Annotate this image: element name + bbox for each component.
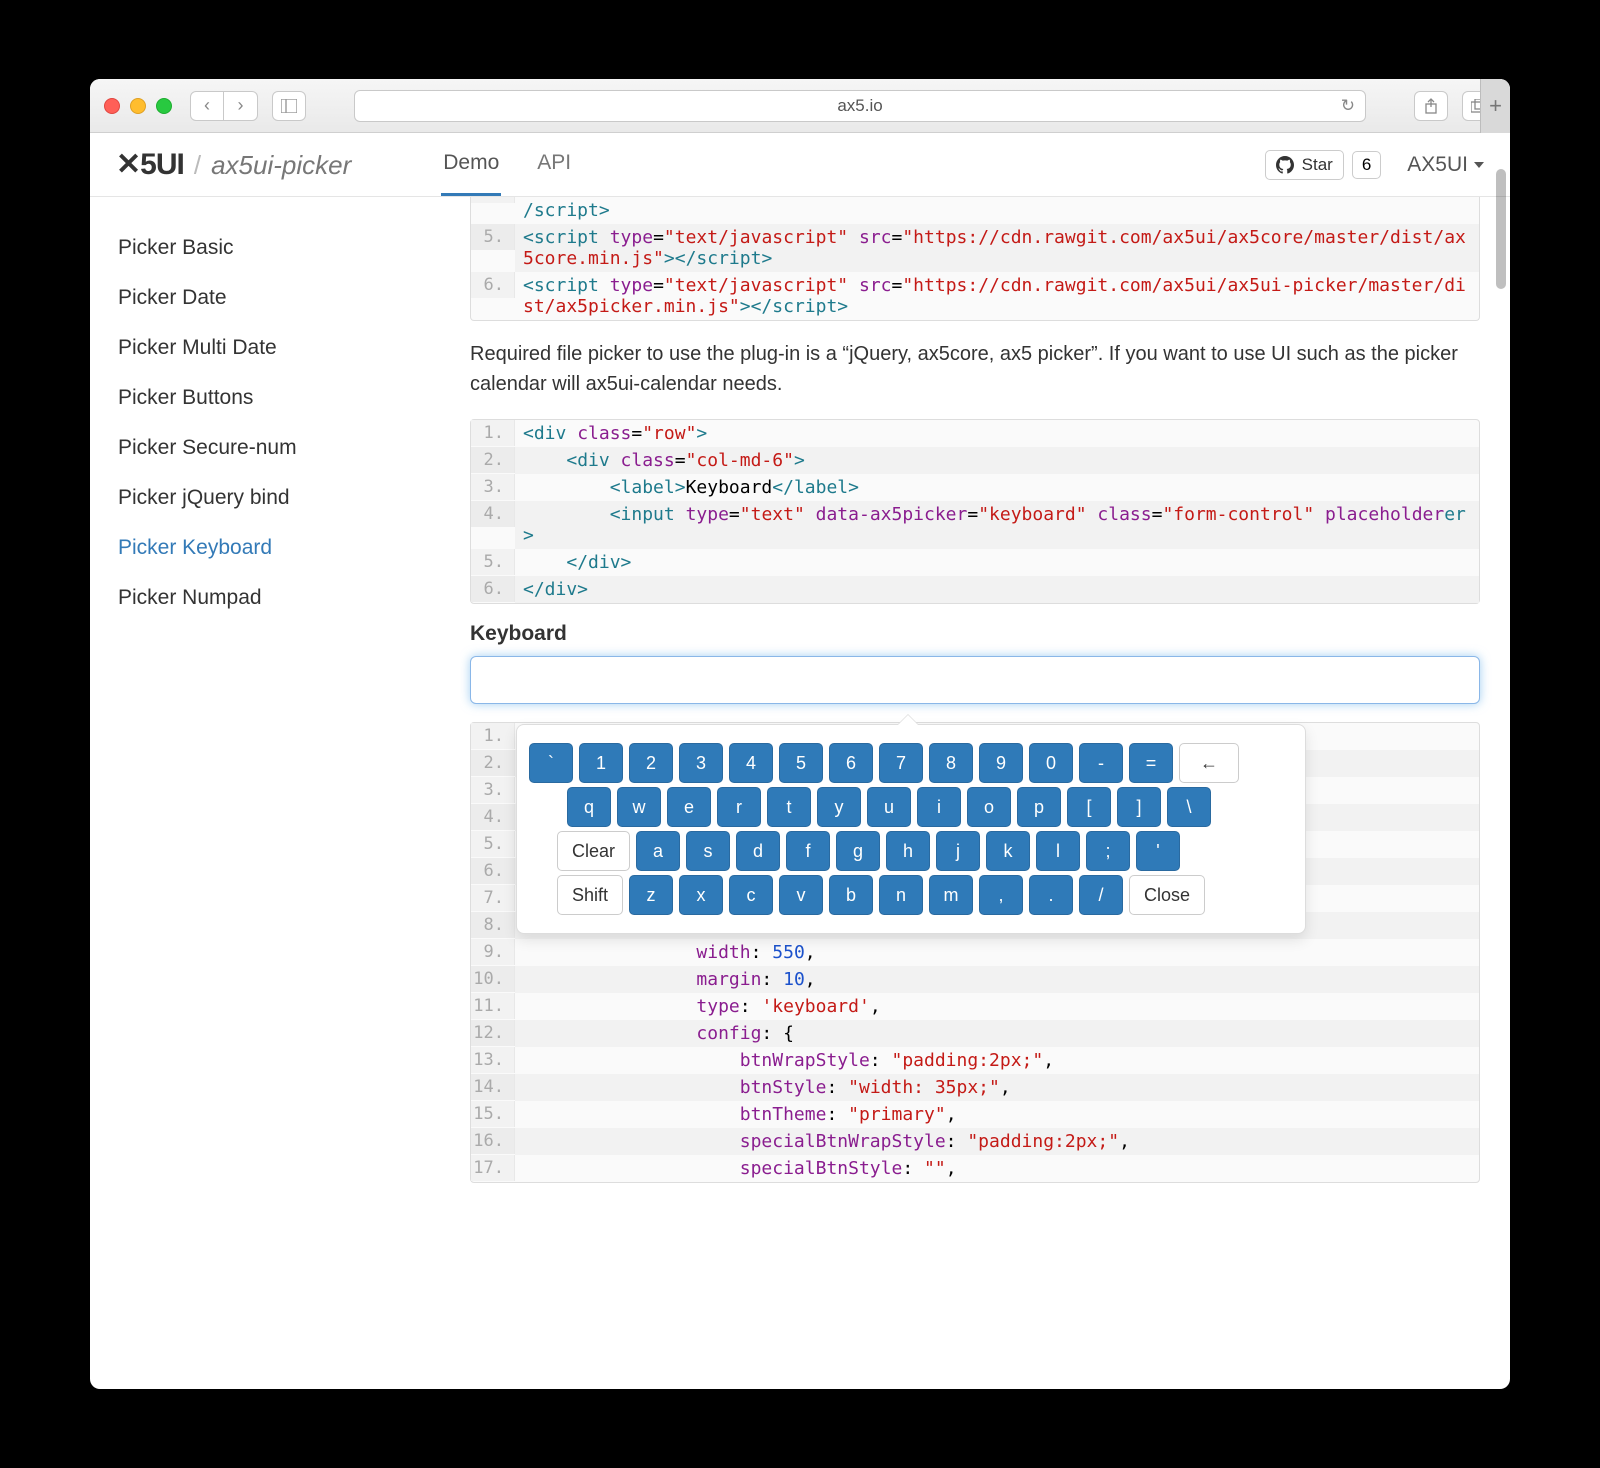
close-key[interactable]: Close (1129, 875, 1205, 915)
keyboard-key[interactable]: g (836, 831, 880, 871)
keyboard-key[interactable]: q (567, 787, 611, 827)
keyboard-key[interactable]: ] (1117, 787, 1161, 827)
keyboard-key[interactable]: z (629, 875, 673, 915)
sidebar: Picker BasicPicker DatePicker Multi Date… (90, 197, 460, 1389)
keyboard-key[interactable]: u (867, 787, 911, 827)
keyboard-key[interactable]: i (917, 787, 961, 827)
scrollbar[interactable] (1496, 169, 1506, 289)
keyboard-key[interactable]: k (986, 831, 1030, 871)
keyboard-key[interactable]: c (729, 875, 773, 915)
keyboard-key[interactable]: 5 (779, 743, 823, 783)
keyboard-key[interactable]: 3 (679, 743, 723, 783)
address-bar[interactable]: ax5.io ↻ (354, 90, 1366, 122)
reload-icon[interactable]: ↻ (1341, 96, 1355, 116)
sidebar-item[interactable]: Picker Multi Date (118, 323, 460, 373)
titlebar: ‹ › ax5.io ↻ + (90, 79, 1510, 133)
forward-button[interactable]: › (224, 91, 258, 121)
clear-key[interactable]: Clear (557, 831, 630, 871)
keyboard-key[interactable]: \ (1167, 787, 1211, 827)
keyboard-key[interactable]: j (936, 831, 980, 871)
keyboard-key[interactable]: ' (1136, 831, 1180, 871)
keyboard-key[interactable]: d (736, 831, 780, 871)
sidebar-item[interactable]: Picker Date (118, 273, 460, 323)
keyboard-key[interactable]: s (686, 831, 730, 871)
keyboard-key[interactable]: v (779, 875, 823, 915)
code-block-markup: 1.<div class="row"> 2. <div class="col-m… (470, 419, 1480, 604)
keyboard-key[interactable]: h (886, 831, 930, 871)
keyboard-key[interactable]: t (767, 787, 811, 827)
page-body: Picker BasicPicker DatePicker Multi Date… (90, 197, 1510, 1389)
keyboard-key[interactable]: 4 (729, 743, 773, 783)
sidebar-item[interactable]: Picker Numpad (118, 573, 460, 623)
minimize-window-icon[interactable] (130, 98, 146, 114)
keyboard-key[interactable]: ; (1086, 831, 1130, 871)
close-window-icon[interactable] (104, 98, 120, 114)
sidebar-item[interactable]: Picker Keyboard (118, 523, 460, 573)
github-star-count[interactable]: 6 (1352, 151, 1381, 179)
code-block-includes: /script> 5.<script type="text/javascript… (470, 197, 1480, 321)
main-content: /script> 5.<script type="text/javascript… (460, 197, 1510, 1389)
site-navbar: ✕5UI / ax5ui-picker Demo API Star 6 AX5U… (90, 133, 1510, 197)
keyboard-key[interactable]: 0 (1029, 743, 1073, 783)
keyboard-key[interactable]: o (967, 787, 1011, 827)
keyboard-key[interactable]: = (1129, 743, 1173, 783)
nav-right: Star 6 AX5UI (1265, 150, 1484, 180)
brand[interactable]: ✕5UI / ax5ui-picker (116, 147, 351, 182)
keyboard-key[interactable]: m (929, 875, 973, 915)
keyboard-key[interactable]: w (617, 787, 661, 827)
keyboard-key[interactable]: b (829, 875, 873, 915)
keyboard-key[interactable]: / (1079, 875, 1123, 915)
keyboard-key[interactable]: 8 (929, 743, 973, 783)
keyboard-key[interactable]: y (817, 787, 861, 827)
keyboard-popover: `1234567890-=← qwertyuiop[]\ Clearasdfgh… (516, 724, 1306, 934)
keyboard-key[interactable]: n (879, 875, 923, 915)
keyboard-key[interactable]: [ (1067, 787, 1111, 827)
description-paragraph: Required file picker to use the plug-in … (470, 339, 1480, 399)
keyboard-key[interactable]: 2 (629, 743, 673, 783)
keyboard-key[interactable]: x (679, 875, 723, 915)
share-button[interactable] (1414, 91, 1448, 121)
dropdown-label: AX5UI (1407, 153, 1468, 177)
sidebar-item[interactable]: Picker Basic (118, 223, 460, 273)
keyboard-key[interactable]: ` (529, 743, 573, 783)
back-button[interactable]: ‹ (190, 91, 224, 121)
nav-buttons: ‹ › (190, 91, 258, 121)
nav-api[interactable]: API (535, 133, 573, 196)
nav-demo[interactable]: Demo (441, 133, 501, 196)
keyboard-input[interactable] (470, 656, 1480, 704)
keyboard-key[interactable]: p (1017, 787, 1061, 827)
keyboard-key[interactable]: 6 (829, 743, 873, 783)
keyboard-key[interactable]: r (717, 787, 761, 827)
new-tab-button[interactable]: + (1480, 79, 1510, 133)
keyboard-key[interactable]: e (667, 787, 711, 827)
keyboard-key[interactable]: 1 (579, 743, 623, 783)
sidebar-item[interactable]: Picker jQuery bind (118, 473, 460, 523)
window-controls (104, 98, 172, 114)
brand-logo: ✕5UI (116, 147, 184, 182)
zoom-window-icon[interactable] (156, 98, 172, 114)
sidebar-item[interactable]: Picker Secure-num (118, 423, 460, 473)
brand-slash: / (194, 150, 201, 181)
keyboard-key[interactable]: 7 (879, 743, 923, 783)
sidebar-toggle-button[interactable] (272, 91, 306, 121)
nav-links: Demo API (441, 133, 573, 196)
keyboard-key[interactable]: - (1079, 743, 1123, 783)
keyboard-key[interactable]: l (1036, 831, 1080, 871)
browser-window: ‹ › ax5.io ↻ + ✕5UI / ax5ui-picker Demo … (90, 79, 1510, 1389)
github-star-label: Star (1302, 155, 1333, 175)
backspace-key[interactable]: ← (1179, 743, 1239, 783)
keyboard-label: Keyboard (470, 622, 1480, 646)
sidebar-item[interactable]: Picker Buttons (118, 373, 460, 423)
github-star-button[interactable]: Star (1265, 150, 1344, 180)
chevron-down-icon (1474, 162, 1484, 168)
keyboard-key[interactable]: . (1029, 875, 1073, 915)
keyboard-key[interactable]: a (636, 831, 680, 871)
keyboard-key[interactable]: , (979, 875, 1023, 915)
keyboard-key[interactable]: 9 (979, 743, 1023, 783)
url-text: ax5.io (837, 96, 882, 116)
shift-key[interactable]: Shift (557, 875, 623, 915)
ax5ui-dropdown[interactable]: AX5UI (1407, 153, 1484, 177)
keyboard-key[interactable]: f (786, 831, 830, 871)
brand-sub: ax5ui-picker (211, 150, 351, 181)
